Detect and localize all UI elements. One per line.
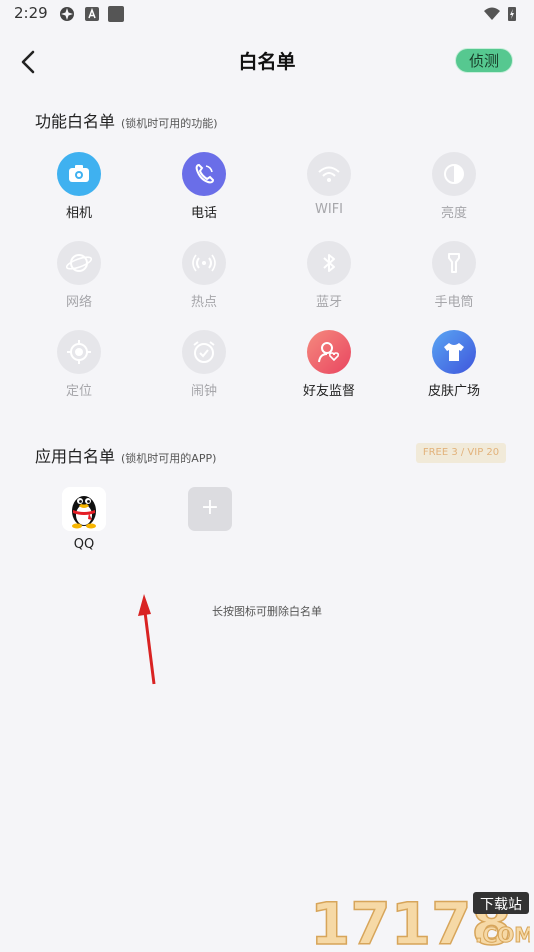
red-arrow-annotation: [138, 594, 156, 685]
watermark-domain: .COM: [475, 923, 530, 947]
watermark-tag: 下载站: [480, 897, 522, 913]
site-watermark: 17178 下载站 .COM: [309, 888, 534, 952]
